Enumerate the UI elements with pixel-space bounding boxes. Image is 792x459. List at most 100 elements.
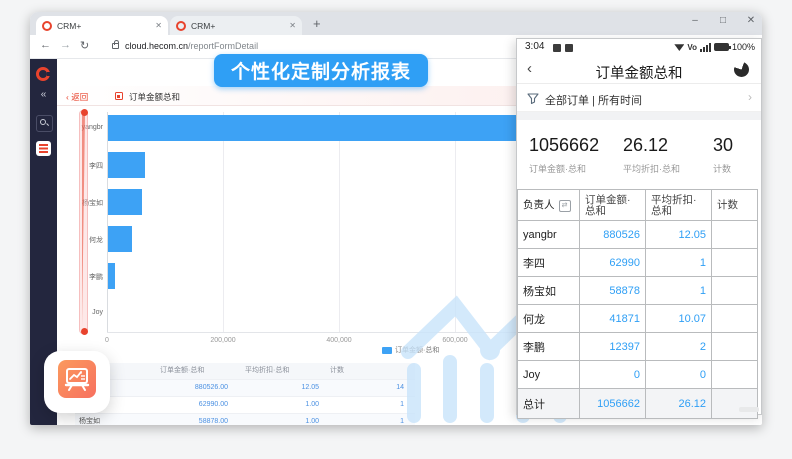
stat-value: 26.12 bbox=[623, 135, 680, 156]
chevron-right-icon: › bbox=[748, 90, 752, 104]
cell-discount: 2 bbox=[646, 333, 712, 360]
page-back-link[interactable]: ‹ 返回 bbox=[66, 91, 88, 103]
battery-icon bbox=[714, 43, 729, 51]
window-minimize-button[interactable]: – bbox=[685, 15, 705, 26]
table-row[interactable]: Joy 0 0 bbox=[518, 361, 758, 389]
stat-label: 平均折扣·总和 bbox=[623, 162, 680, 175]
browser-tab-2[interactable]: CRM+ ✕ bbox=[170, 16, 302, 35]
cell-amount: 880526.00 bbox=[155, 380, 240, 396]
cell-count bbox=[712, 389, 758, 418]
cell-count bbox=[712, 361, 758, 388]
status-time: 3:04 bbox=[525, 41, 544, 52]
cell-amount: 12397 bbox=[580, 333, 646, 360]
chart-y-axis-line bbox=[107, 112, 108, 332]
presentation-chart-icon bbox=[58, 360, 96, 398]
cell-count bbox=[712, 277, 758, 304]
cell-name: 杨宝如 bbox=[518, 277, 580, 304]
filter-row[interactable]: 全部订单 | 所有时间 › bbox=[517, 85, 761, 112]
notification-icon bbox=[565, 44, 573, 52]
cell-discount: 0 bbox=[646, 361, 712, 388]
table-total-row: 总计 1056662 26.12 bbox=[518, 389, 758, 419]
report-title-icon bbox=[115, 92, 123, 100]
cell-name: 李鹏 bbox=[518, 333, 580, 360]
stat-value: 1056662 bbox=[529, 135, 599, 156]
stat-label: 计数 bbox=[713, 162, 733, 175]
tab-title: CRM+ bbox=[57, 21, 151, 31]
panel-title: 订单金额总和 bbox=[517, 62, 761, 83]
search-icon[interactable] bbox=[36, 115, 53, 132]
cell-count bbox=[712, 249, 758, 276]
cell-count: 14 bbox=[325, 380, 410, 396]
notification-icon bbox=[553, 44, 561, 52]
back-chevron-icon: ‹ bbox=[66, 92, 69, 102]
datazoom-handle-bottom[interactable] bbox=[81, 328, 88, 335]
chart-bar[interactable] bbox=[108, 152, 145, 178]
back-icon[interactable]: ← bbox=[40, 39, 51, 51]
x-axis-tick: 200,000 bbox=[193, 337, 253, 344]
url-path: /reportFormDetail bbox=[188, 41, 258, 51]
screenshot-stage: CRM+ ✕ CRM+ ✕ + – □ ✕ ← → ↻ cloud.hecom.… bbox=[0, 0, 792, 459]
datazoom-handle-top[interactable] bbox=[81, 109, 88, 116]
forward-icon[interactable]: → bbox=[60, 39, 71, 51]
cell-name: 杨宝如 bbox=[75, 414, 155, 425]
table-row[interactable]: yangbr 880526 12.05 bbox=[518, 221, 758, 249]
table-row[interactable]: 李四 62990 1 bbox=[518, 249, 758, 277]
chart-bar[interactable] bbox=[108, 189, 142, 215]
chart-legend[interactable]: 订单金额·总和 bbox=[382, 345, 439, 355]
chart-bar[interactable] bbox=[108, 263, 115, 289]
x-axis-tick: 400,000 bbox=[309, 337, 369, 344]
browser-tab-1[interactable]: CRM+ ✕ bbox=[36, 16, 168, 35]
report-module-icon[interactable] bbox=[36, 141, 51, 156]
cell-amount: 62990.00 bbox=[155, 397, 240, 413]
table-row[interactable]: 杨宝如 58878 1 bbox=[518, 277, 758, 305]
table-row[interactable]: 何龙 41871 10.07 bbox=[518, 305, 758, 333]
chart-bar[interactable] bbox=[108, 226, 132, 252]
legend-label: 订单金额·总和 bbox=[395, 345, 439, 355]
mobile-preview-panel: 3:04 Vo 100% ‹ 订单金额总和 bbox=[516, 38, 762, 415]
browser-window: CRM+ ✕ CRM+ ✕ + – □ ✕ ← → ↻ cloud.hecom.… bbox=[30, 12, 762, 425]
pie-chart-icon[interactable] bbox=[734, 62, 749, 77]
collapse-sidebar-icon[interactable]: « bbox=[30, 89, 57, 100]
dimension-switch-icon[interactable]: ⇄ bbox=[559, 200, 571, 212]
cell-amount: 58878.00 bbox=[155, 414, 240, 425]
panel-scrollbar[interactable] bbox=[739, 407, 759, 412]
table-row[interactable]: 李四 62990.00 1.00 1 bbox=[75, 397, 415, 414]
panel-data-table: 负责人⇄ 订单金额·总和 平均折扣·总和 计数 yangbr 880526 12… bbox=[517, 189, 758, 419]
page-title: 订单金额总和 bbox=[129, 91, 180, 103]
cell-name: Joy bbox=[518, 361, 580, 388]
web-data-table: 负责人 订单金额·总和 平均折扣·总和 计数 yangbr 880526.00 … bbox=[75, 363, 415, 425]
tab-close-icon[interactable]: ✕ bbox=[289, 21, 296, 30]
cell-amount: 41871 bbox=[580, 305, 646, 332]
panel-nav-bar: ‹ 订单金额总和 bbox=[517, 56, 761, 84]
chart-gridline bbox=[455, 112, 456, 332]
status-bar: 3:04 Vo 100% bbox=[517, 39, 761, 56]
tab-close-icon[interactable]: ✕ bbox=[155, 21, 162, 30]
table-row[interactable]: 杨宝如 58878.00 1.00 1 bbox=[75, 414, 415, 425]
new-tab-button[interactable]: + bbox=[313, 16, 321, 31]
back-label: 返回 bbox=[71, 92, 88, 102]
funnel-icon bbox=[527, 93, 539, 104]
col-header: 平均折扣·总和 bbox=[646, 190, 712, 220]
window-close-button[interactable]: ✕ bbox=[741, 15, 761, 26]
annotation-title: 个性化定制分析报表 bbox=[231, 57, 411, 84]
cell-discount: 1 bbox=[646, 249, 712, 276]
col-header: 计数 bbox=[325, 363, 410, 379]
cell-count bbox=[712, 221, 758, 248]
cell-discount: 1.00 bbox=[240, 414, 325, 425]
cell-count bbox=[712, 305, 758, 332]
address-bar[interactable]: cloud.hecom.cn/reportFormDetail bbox=[125, 41, 258, 51]
datazoom-slider[interactable] bbox=[79, 110, 88, 334]
report-app-badge[interactable] bbox=[44, 351, 110, 413]
cell-discount: 12.05 bbox=[646, 221, 712, 248]
datazoom-range bbox=[82, 115, 85, 327]
crm-logo-icon bbox=[36, 67, 50, 81]
cell-amount: 1056662 bbox=[580, 389, 646, 418]
cell-discount: 1.00 bbox=[240, 397, 325, 413]
cell-count bbox=[712, 333, 758, 360]
table-row[interactable]: 李鹏 12397 2 bbox=[518, 333, 758, 361]
table-row[interactable]: yangbr 880526.00 12.05 14 bbox=[75, 380, 415, 397]
volte-icon: Vo bbox=[687, 43, 697, 52]
reload-icon[interactable]: ↻ bbox=[80, 39, 89, 52]
signal-icon bbox=[700, 43, 711, 52]
window-maximize-button[interactable]: □ bbox=[713, 15, 733, 26]
